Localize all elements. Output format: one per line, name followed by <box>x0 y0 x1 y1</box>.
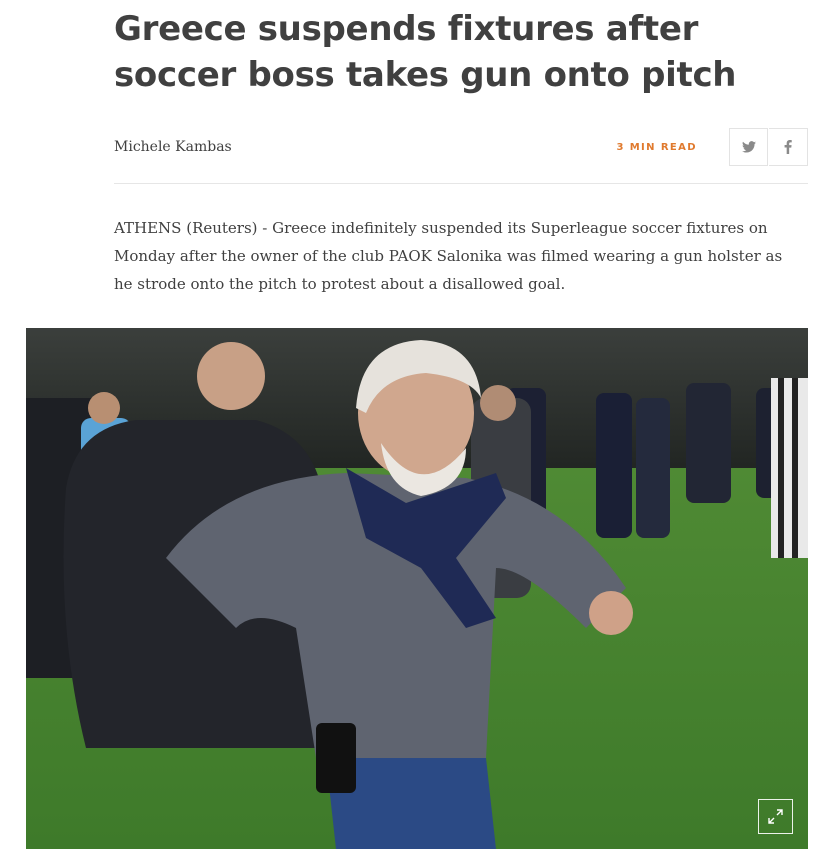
read-time: 3 MIN READ <box>616 142 697 153</box>
expand-photo-button[interactable] <box>758 799 793 834</box>
twitter-icon <box>741 141 756 153</box>
article-photo[interactable] <box>26 328 808 849</box>
article-headline: Greece suspends fixtures after soccer bo… <box>114 9 737 95</box>
photo-illustration <box>26 328 808 849</box>
facebook-icon <box>784 140 792 154</box>
facebook-share-button[interactable] <box>769 128 808 166</box>
divider <box>114 183 808 184</box>
article-lede: ATHENS (Reuters) - Greece indefinitely s… <box>114 219 783 293</box>
expand-icon <box>768 809 783 824</box>
author-name[interactable]: Michele Kambas <box>114 139 232 155</box>
twitter-share-button[interactable] <box>729 128 768 166</box>
byline-row: Michele Kambas 3 MIN READ <box>114 128 808 168</box>
